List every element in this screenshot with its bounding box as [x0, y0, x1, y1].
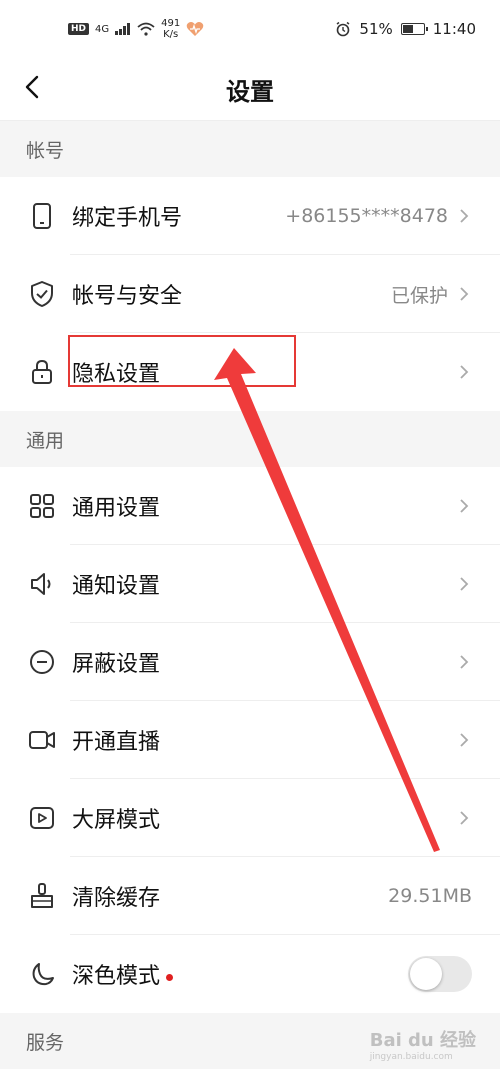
clock: 11:40 [432, 20, 476, 38]
section-header-general: 通用 [0, 411, 500, 467]
watermark-text: Bai du 经验 [369, 1030, 476, 1051]
signal-icon [115, 23, 131, 35]
row-bind-phone[interactable]: 绑定手机号 +86155****8478 [0, 177, 500, 255]
row-value-security: 已保护 [390, 284, 448, 307]
status-left: HD 4G 491 K/s [68, 18, 204, 40]
row-notification-settings[interactable]: 通知设置 [0, 545, 500, 623]
row-label: 隐私设置 [72, 362, 161, 387]
battery-percent: 51% [359, 20, 393, 38]
phone-icon [28, 202, 56, 230]
row-label: 深色模式 [72, 964, 161, 989]
video-camera-icon [28, 726, 56, 754]
health-heart-icon [186, 22, 204, 36]
net-speed: 491 K/s [161, 18, 180, 40]
alarm-icon [336, 21, 350, 37]
dark-mode-toggle[interactable] [408, 956, 472, 992]
grid-icon [28, 492, 56, 520]
network-type: 4G [95, 23, 110, 35]
chevron-right-icon [460, 577, 469, 591]
chevron-right-icon [460, 365, 469, 379]
row-dark-mode[interactable]: 深色模式 [0, 935, 500, 1013]
chevron-right-icon [460, 499, 469, 513]
play-screen-icon [28, 804, 56, 832]
chevron-right-icon [460, 209, 469, 223]
nav-bar: 设置 [0, 60, 500, 121]
row-label: 开通直播 [72, 730, 161, 755]
moon-icon [28, 960, 56, 988]
row-label: 帐号与安全 [72, 284, 183, 309]
row-label: 屏蔽设置 [72, 652, 161, 677]
net-speed-value: 491 [161, 18, 181, 29]
block-circle-icon [28, 648, 56, 676]
chevron-right-icon [460, 733, 469, 747]
row-general-settings[interactable]: 通用设置 [0, 467, 500, 545]
row-block-settings[interactable]: 屏蔽设置 [0, 623, 500, 701]
broom-icon [28, 882, 56, 910]
settings-list: 帐号 绑定手机号 +86155****8478 帐号与安全 已保护 隐私设置 通… [0, 121, 500, 1069]
row-account-security[interactable]: 帐号与安全 已保护 [0, 255, 500, 333]
row-privacy-settings[interactable]: 隐私设置 [0, 333, 500, 411]
row-label: 通知设置 [72, 574, 161, 599]
wifi-icon [137, 22, 155, 36]
chevron-right-icon [460, 655, 469, 669]
lock-icon [28, 358, 56, 386]
toggle-knob [410, 958, 442, 990]
hd-badge: HD [68, 23, 90, 35]
speaker-icon [28, 570, 56, 598]
status-right: 51% 11:40 [335, 20, 476, 38]
page-title: 设置 [226, 78, 274, 106]
section-header-account: 帐号 [0, 121, 500, 177]
battery-fill [402, 25, 413, 33]
row-label-dark-mode: 深色模式 [72, 958, 408, 990]
net-speed-unit: K/s [163, 29, 179, 40]
row-label: 清除缓存 [72, 886, 161, 911]
row-value-phone: +86155****8478 [285, 205, 448, 227]
status-bar: HD 4G 491 K/s 51% 11:40 [0, 0, 500, 60]
row-start-live[interactable]: 开通直播 [0, 701, 500, 779]
row-big-screen-mode[interactable]: 大屏模式 [0, 779, 500, 857]
chevron-right-icon [460, 811, 469, 825]
chevron-right-icon [460, 287, 469, 301]
shield-check-icon [28, 280, 56, 308]
row-label: 通用设置 [72, 496, 161, 521]
watermark: Bai du 经验 jingyan.baidu.com [370, 1026, 476, 1062]
row-label: 大屏模式 [72, 808, 161, 833]
row-clear-cache[interactable]: 清除缓存 29.51MB [0, 857, 500, 935]
watermark-sub: jingyan.baidu.com [369, 1052, 453, 1062]
battery-icon [400, 23, 428, 35]
row-label: 绑定手机号 [72, 206, 183, 231]
row-value-cache: 29.51MB [388, 885, 472, 907]
new-badge-dot [166, 973, 174, 981]
